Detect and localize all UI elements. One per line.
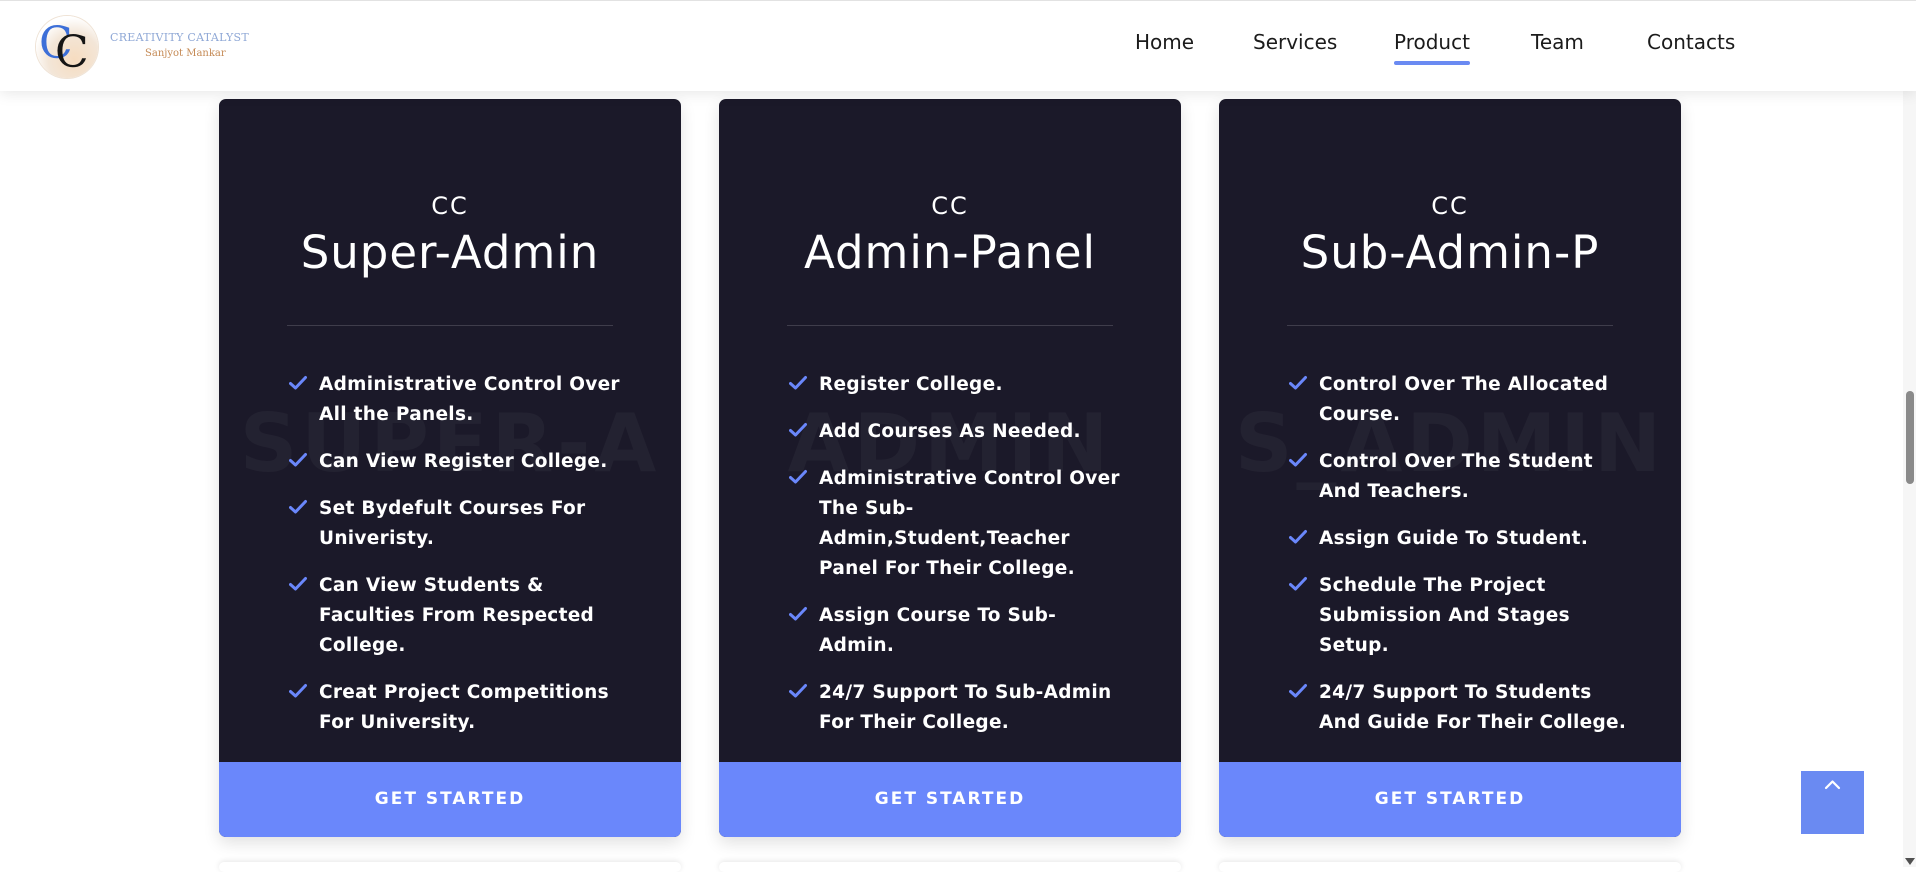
feature-text: Can View Register College.	[319, 451, 608, 472]
card-kicker: CC	[431, 192, 469, 220]
feature-text: Administrative Control Over All the Pane…	[319, 374, 620, 425]
check-icon	[789, 470, 807, 484]
get-started-button[interactable]: GET STARTED	[1219, 762, 1681, 837]
check-icon	[1289, 577, 1307, 591]
card-kicker: CC	[931, 192, 969, 220]
check-icon	[289, 684, 307, 698]
get-started-button[interactable]: GET STARTED	[219, 762, 681, 837]
feature-text: Control Over The Allocated Course.	[1319, 374, 1609, 425]
nav-team[interactable]: Team	[1531, 30, 1584, 54]
card-title: Sub-Admin-P	[1300, 226, 1600, 279]
feature-item: Administrative Control Over The Sub-Admi…	[789, 464, 1129, 584]
feature-text: Schedule The Project Submission And Stag…	[1319, 575, 1570, 656]
feature-text: 24/7 Support To Students And Guide For T…	[1319, 682, 1627, 733]
feature-item: Can View Students & Faculties From Respe…	[289, 571, 629, 661]
check-icon	[289, 500, 307, 514]
get-started-button[interactable]: GET STARTED	[719, 762, 1181, 837]
check-icon	[789, 684, 807, 698]
feature-text: Register College.	[819, 374, 1003, 395]
card-title: Admin-Panel	[803, 226, 1097, 279]
scrollbar-thumb[interactable]	[1906, 391, 1914, 484]
feature-item: Add Courses As Needed.	[789, 417, 1129, 447]
pricing-card-sub-admin: S_ADMIN CC Sub-Admin-P Control Over The …	[1219, 99, 1681, 837]
feature-item: Creat Project Competitions For Universit…	[289, 678, 629, 738]
scrollbar[interactable]	[1903, 0, 1916, 867]
feature-text: 24/7 Support To Sub-Admin For Their Coll…	[819, 682, 1112, 733]
check-icon	[1289, 376, 1307, 390]
pricing-card-super-admin: SUPER-A CC Super-Admin Administrative Co…	[219, 99, 681, 837]
feature-list: Administrative Control Over All the Pane…	[289, 370, 629, 755]
feature-item: Control Over The Student And Teachers.	[1289, 447, 1629, 507]
feature-item: Assign Guide To Student.	[1289, 524, 1629, 554]
check-icon	[789, 607, 807, 621]
site-header: C C CREATIVITY CATALYST Sanjyot Mankar H…	[0, 0, 1916, 91]
check-icon	[289, 577, 307, 591]
feature-text: Assign Course To Sub-Admin.	[819, 605, 1057, 656]
next-card-edge	[719, 862, 1181, 872]
nav-home[interactable]: Home	[1135, 30, 1194, 54]
check-icon	[1289, 453, 1307, 467]
check-icon	[789, 376, 807, 390]
scroll-down-arrow-icon[interactable]	[1905, 858, 1915, 865]
card-divider	[1287, 325, 1613, 326]
feature-item: Assign Course To Sub-Admin.	[789, 601, 1129, 661]
feature-item: Schedule The Project Submission And Stag…	[1289, 571, 1629, 661]
check-icon	[1289, 684, 1307, 698]
next-card-edge	[219, 862, 681, 872]
next-card-edge	[1219, 862, 1681, 872]
check-icon	[1289, 530, 1307, 544]
feature-text: Administrative Control Over The Sub-Admi…	[819, 468, 1120, 579]
check-icon	[789, 423, 807, 437]
feature-item: 24/7 Support To Sub-Admin For Their Coll…	[789, 678, 1129, 738]
feature-item: Register College.	[789, 370, 1129, 400]
card-title: Super-Admin	[300, 226, 600, 279]
feature-text: Assign Guide To Student.	[1319, 528, 1589, 549]
feature-text: Set Bydefult Courses For Univeristy.	[319, 498, 586, 549]
check-icon	[289, 376, 307, 390]
nav-services[interactable]: Services	[1253, 30, 1337, 54]
feature-text: Can View Students & Faculties From Respe…	[319, 575, 595, 656]
check-icon	[289, 453, 307, 467]
card-divider	[287, 325, 613, 326]
feature-item: Administrative Control Over All the Pane…	[289, 370, 629, 430]
feature-item: Set Bydefult Courses For Univeristy.	[289, 494, 629, 554]
pricing-card-admin-panel: ADMIN CC Admin-Panel Register College. A…	[719, 99, 1181, 837]
feature-item: Can View Register College.	[289, 447, 629, 477]
feature-item: 24/7 Support To Students And Guide For T…	[1289, 678, 1629, 738]
card-kicker: CC	[1431, 192, 1469, 220]
feature-text: Add Courses As Needed.	[819, 421, 1081, 442]
feature-text: Control Over The Student And Teachers.	[1319, 451, 1593, 502]
feature-text: Creat Project Competitions For Universit…	[319, 682, 609, 733]
back-to-top-button[interactable]	[1801, 771, 1864, 834]
nav-product[interactable]: Product	[1394, 30, 1470, 65]
card-divider	[787, 325, 1113, 326]
chevron-up-icon	[1824, 780, 1841, 790]
feature-list: Register College. Add Courses As Needed.…	[789, 370, 1129, 755]
feature-list: Control Over The Allocated Course. Contr…	[1289, 370, 1629, 755]
nav-contacts[interactable]: Contacts	[1647, 30, 1735, 54]
main-nav: Home Services Product Team Contacts	[0, 30, 1916, 65]
feature-item: Control Over The Allocated Course.	[1289, 370, 1629, 430]
